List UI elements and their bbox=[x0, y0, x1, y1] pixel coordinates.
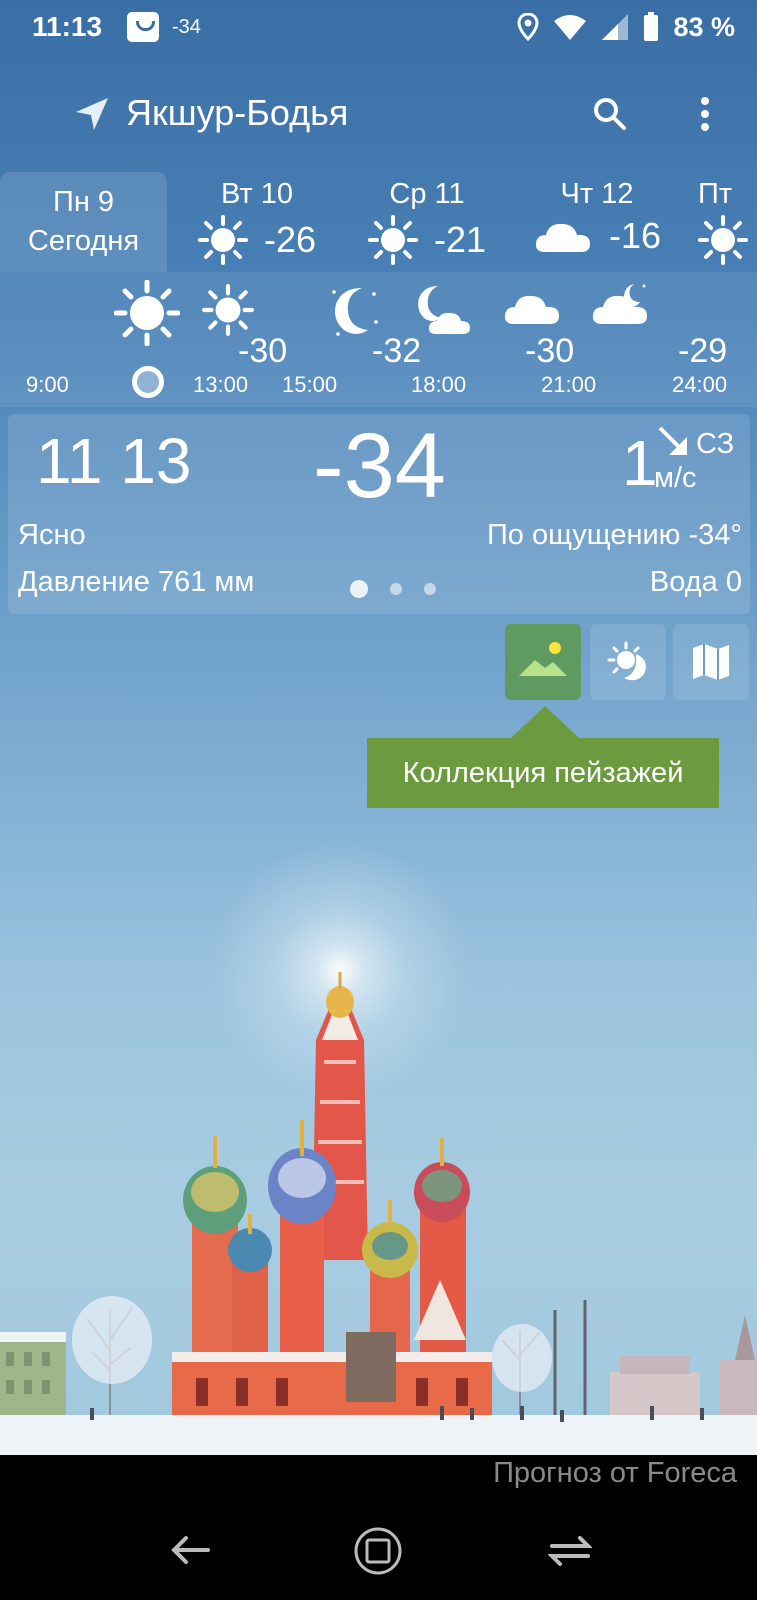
landmark-illustration bbox=[0, 972, 757, 1455]
current-time-marker bbox=[132, 366, 164, 398]
hourly-time: 18:00 bbox=[411, 372, 467, 397]
day-temp: -21 bbox=[433, 219, 487, 260]
sun-moon-icon bbox=[607, 641, 646, 681]
status-temperature: -34 bbox=[172, 16, 201, 38]
sun-icon bbox=[698, 215, 748, 265]
cloud-icon bbox=[535, 223, 590, 252]
shopping-bag-icon bbox=[127, 12, 159, 42]
signal-icon bbox=[602, 14, 629, 40]
day-temp: -26 bbox=[263, 219, 317, 260]
feels-like: По ощущению -34° bbox=[486, 519, 742, 551]
hourly-time: 24:00 bbox=[672, 372, 728, 397]
day-tab-wednesday[interactable]: Ср 11 -21 bbox=[347, 172, 507, 272]
back-icon[interactable] bbox=[168, 1530, 212, 1570]
wind-direction: СЗ bbox=[696, 428, 735, 460]
current-time: 11 13 bbox=[36, 425, 192, 497]
status-bar: 11:13 -34 83 % bbox=[0, 0, 757, 56]
hourly-time: 15:00 bbox=[282, 372, 338, 397]
day-name: Ср 11 bbox=[389, 178, 465, 210]
hourly-forecast[interactable]: -30 -32 -30 -29 9:00 13:00 15:00 18:00 2… bbox=[0, 272, 757, 407]
map-button[interactable] bbox=[673, 624, 749, 700]
hourly-temp: -30 bbox=[238, 332, 288, 370]
wifi-icon bbox=[554, 15, 587, 40]
home-icon[interactable] bbox=[352, 1525, 404, 1577]
location-icon bbox=[517, 13, 539, 41]
hourly-time: 21:00 bbox=[541, 372, 597, 397]
tooltip-arrow bbox=[511, 706, 579, 738]
hourly-time: 9:00 bbox=[26, 372, 69, 397]
day-name: Пт bbox=[698, 178, 733, 210]
day-name: Чт 12 bbox=[560, 178, 634, 210]
condition-text: Ясно bbox=[18, 519, 86, 551]
moon-icon bbox=[332, 288, 378, 336]
pressure: Давление 761 мм bbox=[18, 566, 255, 598]
city-name[interactable]: Якшур-Бодья bbox=[126, 92, 348, 134]
day-tab-tuesday[interactable]: Вт 10 -26 bbox=[177, 172, 337, 272]
app-bar: Якшур-Бодья bbox=[0, 80, 757, 148]
sun-icon bbox=[197, 215, 248, 265]
recent-apps-icon[interactable] bbox=[548, 1530, 592, 1570]
day-name: Вт 10 bbox=[221, 178, 293, 210]
sun-moon-button[interactable] bbox=[590, 624, 666, 700]
battery-icon bbox=[644, 12, 659, 41]
landscape-button[interactable] bbox=[505, 624, 581, 700]
app-screen: 11:13 -34 83 % Якшур-Бодья Пн 9 Сегодня … bbox=[0, 0, 757, 1600]
status-icons: 83 % bbox=[517, 10, 735, 44]
page-indicator bbox=[350, 580, 436, 598]
page-dot bbox=[350, 580, 368, 598]
navigation-arrow-icon[interactable] bbox=[74, 96, 110, 132]
day-temp: -16 bbox=[608, 215, 662, 256]
wind-direction-icon bbox=[658, 426, 687, 455]
water-temp: Вода 0 bbox=[649, 566, 742, 598]
current-conditions[interactable]: 11 13 -34 1 СЗ м/с Ясно По ощущению -34°… bbox=[8, 414, 750, 614]
day-tab-today[interactable]: Пн 9 Сегодня bbox=[0, 172, 167, 272]
hourly-temp: -32 bbox=[372, 332, 422, 370]
map-icon bbox=[693, 644, 729, 680]
hourly-temp: -29 bbox=[678, 332, 728, 370]
page-dot bbox=[390, 583, 402, 595]
landscape-icon bbox=[519, 642, 567, 676]
sun-icon bbox=[367, 215, 418, 265]
cloud-icon bbox=[504, 295, 559, 324]
today-label: Сегодня bbox=[27, 225, 140, 257]
day-tabs: Пн 9 Сегодня Вт 10 -26 Ср 11 -21 Чт 12 -… bbox=[0, 172, 757, 272]
status-time: 11:13 bbox=[32, 11, 103, 42]
hourly-temp: -30 bbox=[525, 332, 575, 370]
moon-cloud-icon bbox=[418, 286, 470, 334]
day-name: Пн 9 bbox=[52, 186, 115, 218]
sun-icon bbox=[202, 284, 254, 336]
day-tab-thursday[interactable]: Чт 12 -16 bbox=[517, 172, 677, 272]
moon-cloud-icon bbox=[592, 284, 647, 324]
battery-percent: 83 % bbox=[673, 11, 735, 42]
page-dot bbox=[424, 583, 436, 595]
day-tab-friday[interactable]: Пт bbox=[698, 172, 757, 272]
search-icon[interactable] bbox=[590, 94, 630, 134]
more-menu-icon[interactable] bbox=[690, 94, 720, 134]
tooltip-landscape-collection: Коллекция пейзажей bbox=[367, 738, 719, 808]
forecast-credit[interactable]: Прогноз от Foreca bbox=[493, 1457, 737, 1490]
current-temperature: -34 bbox=[313, 415, 446, 517]
wind-speed: 1 bbox=[622, 427, 658, 499]
wind-unit: м/с bbox=[654, 462, 697, 494]
sun-icon bbox=[114, 280, 180, 346]
hourly-time: 13:00 bbox=[193, 372, 249, 397]
